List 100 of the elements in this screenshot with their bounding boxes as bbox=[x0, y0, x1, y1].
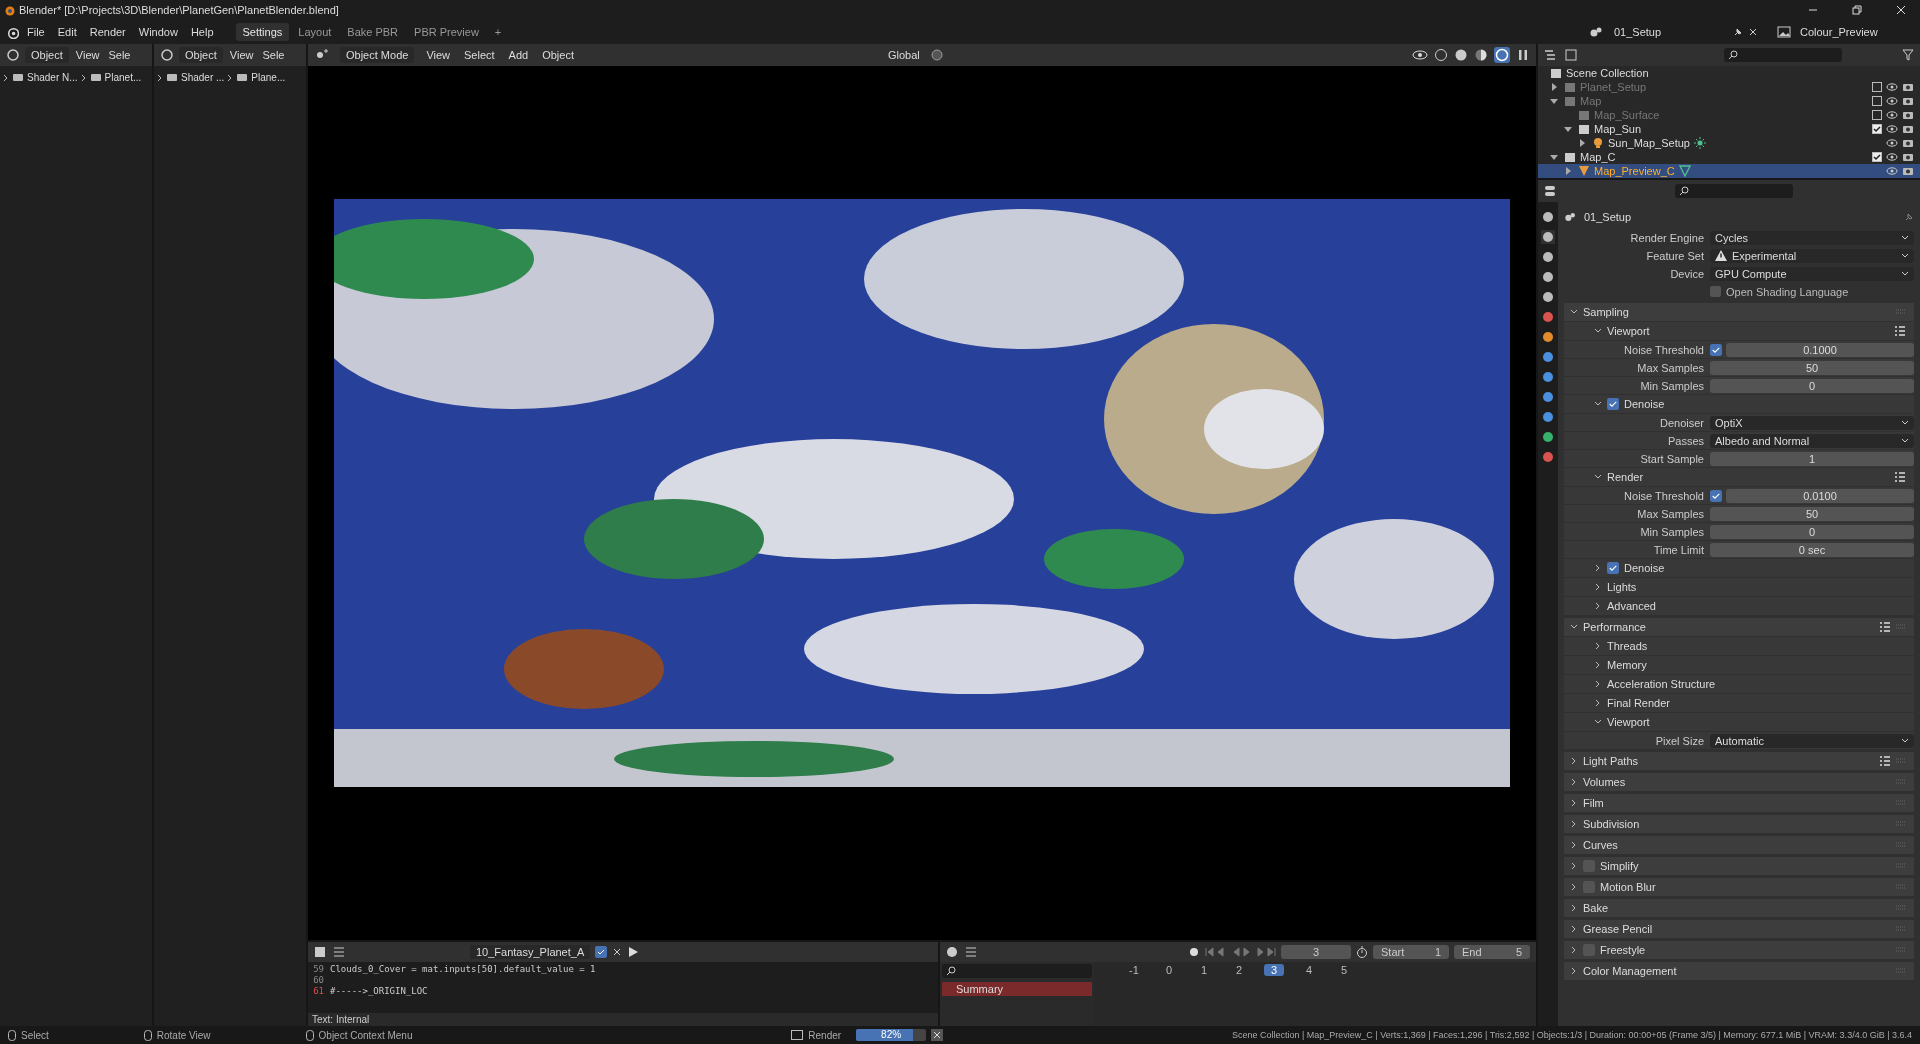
shading-material-icon[interactable] bbox=[1474, 48, 1488, 62]
panel-header[interactable]: Subdivision bbox=[1564, 815, 1914, 833]
menu-item[interactable]: Help bbox=[185, 24, 219, 40]
tab-icon[interactable] bbox=[1541, 270, 1555, 284]
menu-icon[interactable] bbox=[333, 947, 345, 957]
number-field[interactable]: 50 bbox=[1710, 360, 1914, 375]
outliner-row[interactable]: Map_Sun bbox=[1538, 122, 1920, 136]
number-field[interactable]: 0 bbox=[1710, 524, 1914, 539]
expand-arrow-icon[interactable] bbox=[1550, 83, 1558, 91]
frame-number[interactable]: 4 bbox=[1299, 964, 1319, 976]
outliner-row[interactable]: Map_Preview_C bbox=[1538, 164, 1920, 178]
search-field[interactable] bbox=[1724, 48, 1842, 62]
shading-rendered-icon[interactable] bbox=[1494, 47, 1510, 63]
add-workspace-button[interactable]: + bbox=[487, 23, 509, 41]
number-field[interactable]: 1 bbox=[1710, 451, 1914, 466]
mode-dropdown[interactable]: Object bbox=[25, 47, 69, 63]
outliner-item[interactable]: Map_C bbox=[1580, 151, 1616, 163]
camera-icon[interactable] bbox=[1902, 110, 1914, 120]
record-icon[interactable] bbox=[1189, 947, 1199, 957]
checkbox[interactable] bbox=[1607, 398, 1619, 410]
panel-header[interactable]: Curves bbox=[1564, 836, 1914, 854]
dropdown[interactable]: Albedo and Normal bbox=[1710, 433, 1914, 448]
number-field[interactable]: 0.0100 bbox=[1726, 488, 1914, 503]
header-menu[interactable]: View bbox=[424, 49, 453, 61]
editor-type-icon[interactable] bbox=[6, 48, 20, 62]
tab-icon[interactable] bbox=[1541, 210, 1555, 224]
presets-icon[interactable] bbox=[1894, 325, 1906, 337]
panel-header[interactable]: Light Paths bbox=[1564, 752, 1914, 770]
outliner-row[interactable]: Sun_Map_Setup bbox=[1538, 136, 1920, 150]
frame-number[interactable]: 3 bbox=[1264, 964, 1284, 976]
header-menu[interactable]: Sele bbox=[106, 49, 133, 61]
number-field[interactable]: 50 bbox=[1710, 506, 1914, 521]
pause-icon[interactable] bbox=[1516, 48, 1530, 62]
camera-icon[interactable] bbox=[1902, 96, 1914, 106]
camera-icon[interactable] bbox=[1902, 124, 1914, 134]
outliner-item[interactable]: Scene Collection bbox=[1566, 67, 1649, 79]
checkbox[interactable] bbox=[1607, 562, 1619, 574]
presets-icon[interactable] bbox=[1879, 755, 1891, 767]
breadcrumb[interactable]: Shader ... bbox=[181, 72, 225, 83]
orientation-dropdown[interactable]: Global bbox=[886, 49, 922, 61]
outliner-row[interactable]: Map_C bbox=[1538, 150, 1920, 164]
header-menu[interactable]: Add bbox=[506, 49, 531, 61]
checkbox[interactable] bbox=[1710, 343, 1722, 356]
text-datablock-field[interactable]: 10_Fantasy_Planet_A bbox=[470, 945, 591, 959]
start-frame-field[interactable]: Start 1 bbox=[1373, 945, 1449, 959]
panel-header[interactable]: Simplify bbox=[1564, 857, 1914, 875]
camera-icon[interactable] bbox=[1902, 152, 1914, 162]
editor-type-icon[interactable] bbox=[946, 946, 960, 958]
panel-header[interactable]: Final Render bbox=[1564, 694, 1914, 712]
number-field[interactable]: 0.1000 bbox=[1726, 342, 1914, 357]
number-field[interactable]: 0 sec bbox=[1710, 542, 1914, 557]
end-frame-field[interactable]: End 5 bbox=[1454, 945, 1530, 959]
editor-type-icon[interactable] bbox=[160, 48, 174, 62]
tab-icon[interactable] bbox=[1541, 250, 1555, 264]
eye-icon[interactable] bbox=[1886, 110, 1898, 120]
dropdown[interactable]: OptiX bbox=[1710, 415, 1914, 430]
frame-number[interactable]: 1 bbox=[1194, 964, 1214, 976]
checkbox[interactable] bbox=[1710, 286, 1721, 297]
eye-icon[interactable] bbox=[1886, 124, 1898, 134]
outliner-item[interactable]: Sun_Map_Setup bbox=[1608, 137, 1690, 149]
header-menu[interactable]: Select bbox=[462, 49, 497, 61]
close-icon[interactable] bbox=[1748, 27, 1758, 37]
tab-icon[interactable] bbox=[1541, 310, 1555, 324]
expand-arrow-icon[interactable] bbox=[1564, 167, 1572, 175]
workspace-tab[interactable]: Layout bbox=[291, 23, 339, 41]
breadcrumb[interactable]: Shader N... bbox=[27, 72, 78, 83]
blender-logo-icon[interactable] bbox=[6, 25, 19, 39]
shading-wireframe-icon[interactable] bbox=[1434, 48, 1448, 62]
menu-item[interactable]: Window bbox=[133, 24, 183, 40]
workspace-tab[interactable]: PBR Preview bbox=[407, 23, 486, 41]
panel-header[interactable]: Volumes bbox=[1564, 773, 1914, 791]
header-menu[interactable]: View bbox=[73, 49, 102, 61]
mode-dropdown[interactable]: Object bbox=[179, 47, 223, 63]
checkbox[interactable] bbox=[1872, 124, 1882, 134]
expand-arrow-icon[interactable] bbox=[1578, 139, 1586, 147]
checkbox[interactable] bbox=[1872, 110, 1882, 120]
search-field[interactable] bbox=[942, 964, 1092, 978]
workspace-tab[interactable]: Settings bbox=[235, 23, 290, 41]
dropdown[interactable]: Automatic bbox=[1710, 733, 1914, 748]
panel-header[interactable]: Viewport bbox=[1564, 322, 1914, 340]
tab-icon[interactable] bbox=[1541, 390, 1555, 404]
eye-icon[interactable] bbox=[1886, 96, 1898, 106]
expand-arrow-icon[interactable] bbox=[1550, 153, 1558, 161]
frame-number[interactable]: 0 bbox=[1159, 964, 1179, 976]
panel-header[interactable]: Grease Pencil bbox=[1564, 920, 1914, 938]
image-icon[interactable] bbox=[1777, 26, 1791, 38]
frame-number[interactable]: 2 bbox=[1229, 964, 1249, 976]
camera-icon[interactable] bbox=[1902, 138, 1914, 148]
panel-header[interactable]: Denoise bbox=[1564, 395, 1914, 413]
expand-arrow-icon[interactable] bbox=[1564, 125, 1572, 133]
close-icon[interactable] bbox=[1896, 5, 1906, 15]
presets-icon[interactable] bbox=[1894, 471, 1906, 483]
camera-icon[interactable] bbox=[1902, 166, 1914, 176]
tab-icon[interactable] bbox=[1541, 290, 1555, 304]
dropdown[interactable]: Experimental bbox=[1710, 248, 1914, 263]
search-field[interactable] bbox=[1675, 184, 1793, 198]
checkbox[interactable] bbox=[1872, 96, 1882, 106]
eye-icon[interactable] bbox=[1886, 152, 1898, 162]
panel-header[interactable]: Denoise bbox=[1564, 559, 1914, 577]
menu-icon[interactable] bbox=[965, 947, 977, 957]
